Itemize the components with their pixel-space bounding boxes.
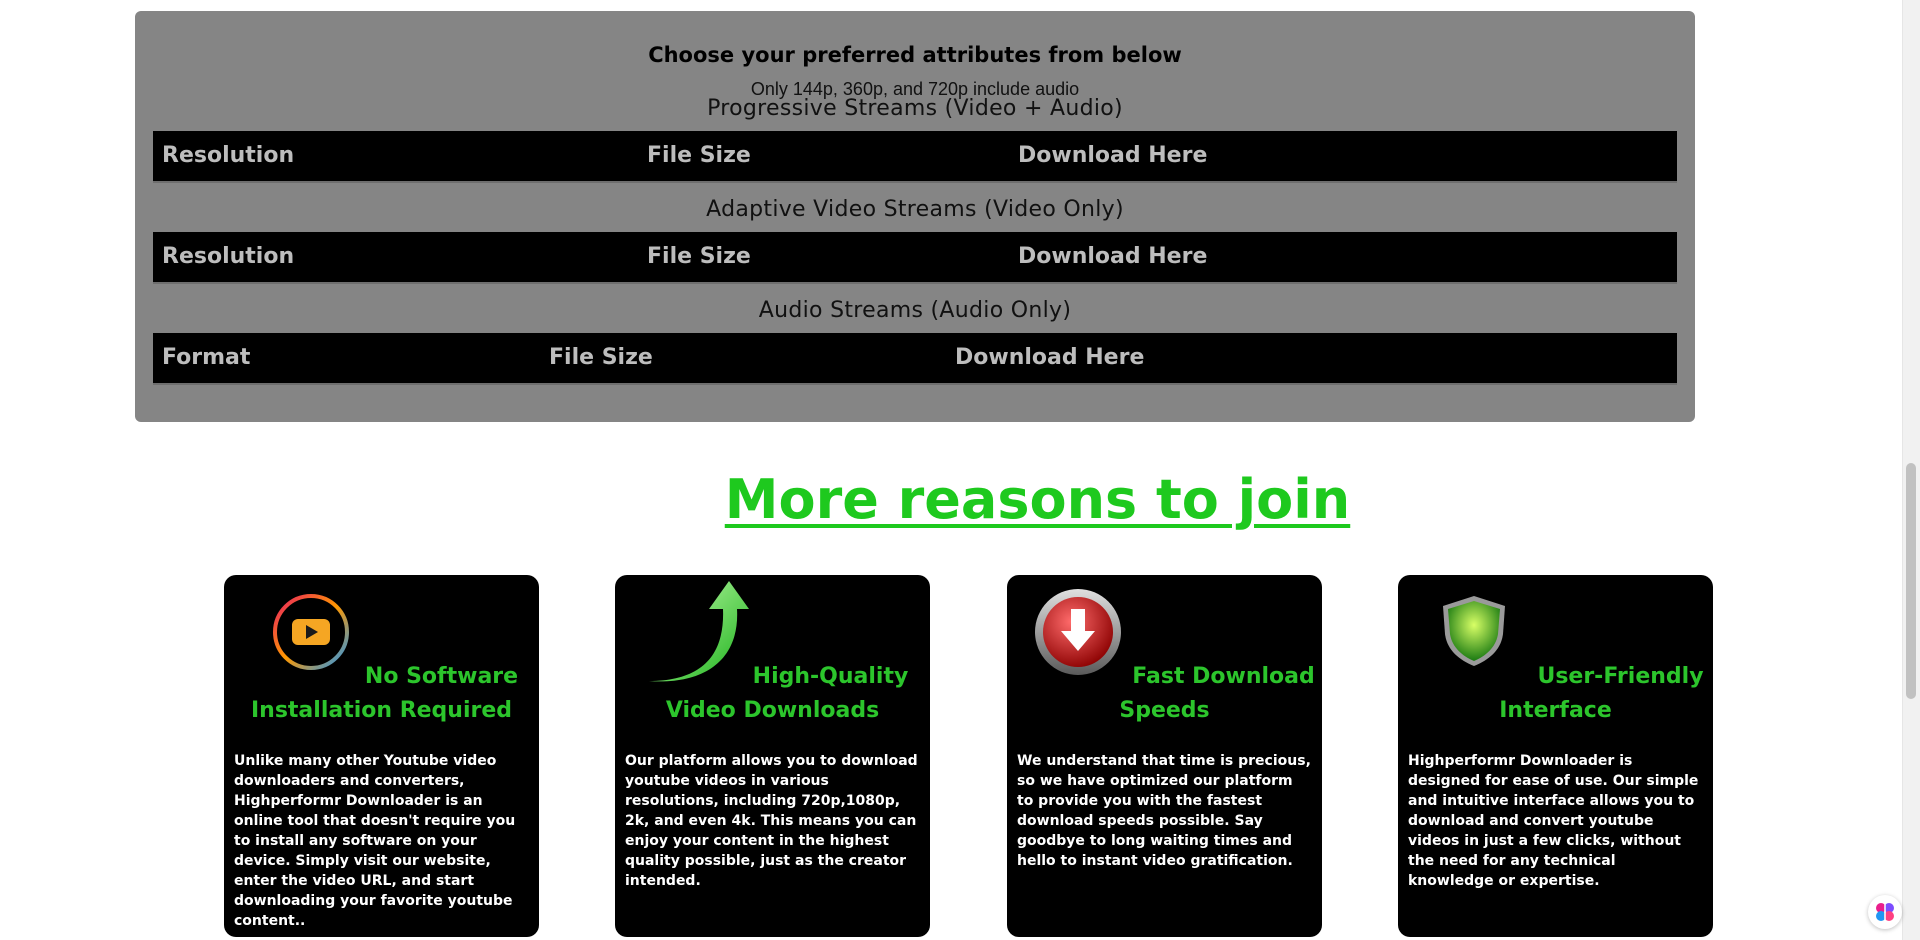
card-description: Highperformr Downloader is designed for … (1408, 753, 1699, 889)
feature-card-fast-speeds: Fast Download Speeds We understand that … (1007, 575, 1322, 937)
green-shield-icon (1443, 596, 1505, 666)
card-title: High-Quality Video Downloads (665, 664, 909, 723)
adaptive-streams-table: Resolution File Size Download Here (153, 232, 1677, 284)
adaptive-streams-title: Adaptive Video Streams (Video Only) (706, 197, 1124, 222)
scrollbar-thumb[interactable] (1906, 463, 1916, 699)
card-description: Unlike many other Youtube video download… (234, 753, 516, 929)
brain-icon (1876, 903, 1894, 921)
card-title: User-Friendly Interface (1499, 664, 1704, 723)
progressive-streams-table: Resolution File Size Download Here (153, 131, 1677, 183)
table-header-resolution: Resolution (162, 244, 295, 269)
table-header-download: Download Here (1018, 244, 1208, 269)
stream-attributes-panel: Choose your preferred attributes from be… (135, 11, 1695, 422)
feature-card-high-quality: High-Quality Video Downloads Our platfor… (615, 575, 930, 937)
card-description: Our platform allows you to download yout… (625, 753, 918, 889)
panel-title: Choose your preferred attributes from be… (648, 43, 1182, 67)
more-reasons-heading: More reasons to join (724, 468, 1351, 531)
feature-card-no-software: No Software Installation Required Unlike… (224, 575, 539, 937)
card-title: No Software Installation Required (250, 664, 519, 723)
card-title: Fast Download Speeds (1119, 664, 1315, 723)
table-header-resolution: Resolution (162, 143, 295, 168)
table-header-file-size: File Size (549, 345, 653, 370)
audio-streams-title: Audio Streams (Audio Only) (758, 298, 1072, 323)
progressive-streams-title: Progressive Streams (Video + Audio) (707, 96, 1123, 121)
table-header-format: Format (162, 345, 251, 370)
audio-streams-table: Format File Size Download Here (153, 333, 1677, 385)
table-header-file-size: File Size (647, 244, 751, 269)
page-scrollbar[interactable] (1902, 0, 1920, 940)
assistant-button[interactable] (1868, 895, 1902, 929)
table-header-download: Download Here (955, 345, 1145, 370)
feature-card-user-friendly: User-Friendly Interface Highperformr Dow… (1398, 575, 1713, 937)
card-description: We understand that time is precious, so … (1017, 753, 1311, 869)
table-header-download: Download Here (1018, 143, 1208, 168)
table-header-file-size: File Size (647, 143, 751, 168)
